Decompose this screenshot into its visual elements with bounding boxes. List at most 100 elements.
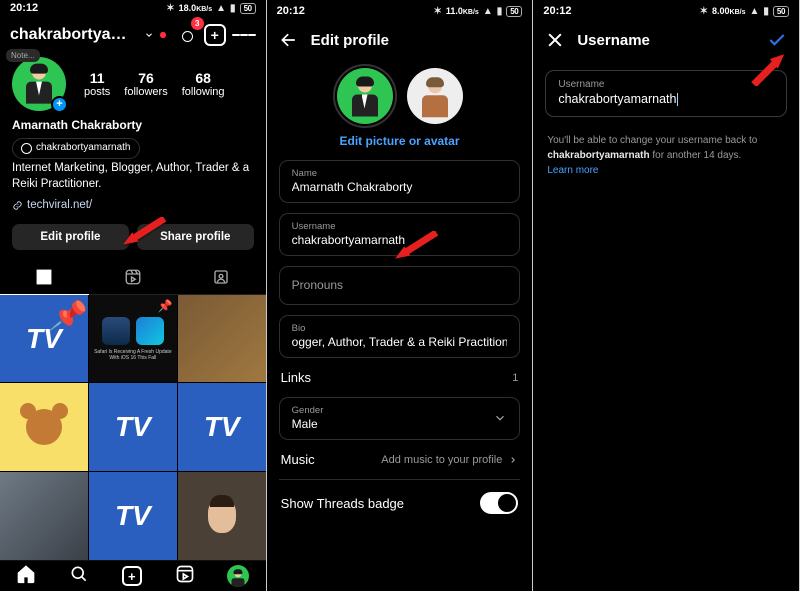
nav-search[interactable] [69, 564, 89, 589]
avatar-icon [227, 565, 249, 587]
status-bar: 20:12 ✶ 18.0KB/s ▲ ▮ 50 [0, 0, 266, 17]
safari-icon [102, 317, 130, 345]
bio-block: Amarnath Chakraborty chakrabortyamarnath… [0, 115, 266, 216]
post-thumbnail[interactable] [178, 295, 266, 383]
battery-indicator: 50 [240, 3, 256, 14]
stats: 11posts 76followers 68following [84, 70, 225, 98]
nav-reels[interactable] [175, 564, 195, 589]
username-field[interactable]: Username chakrabortyamarnath [279, 213, 521, 256]
gender-field[interactable]: Gender Male [279, 397, 521, 440]
learn-more-link[interactable]: Learn more [547, 165, 598, 176]
form-fields: Name Amarnath Chakraborty Username chakr… [267, 160, 533, 358]
threads-shortcut-icon[interactable]: 3 [178, 23, 198, 47]
notification-badge: 3 [191, 17, 204, 30]
signal-icon: ▮ [763, 6, 769, 17]
nav-profile[interactable] [227, 565, 249, 587]
username-input-box[interactable]: Username chakrabortyamarnath [545, 70, 787, 117]
nav-home[interactable] [16, 564, 36, 589]
avatar-selector [267, 58, 533, 128]
edit-header: Edit profile [267, 22, 533, 58]
name-field[interactable]: Name Amarnath Chakraborty [279, 160, 521, 203]
music-row[interactable]: Music Add music to your profile [267, 440, 533, 479]
wifi-icon: ▲ [749, 6, 759, 17]
post-thumbnail[interactable] [0, 383, 88, 471]
vibrate-icon: ✶ [166, 3, 174, 14]
chevron-down-icon [493, 411, 507, 425]
add-story-icon[interactable]: + [51, 96, 68, 113]
net-speed: 18.0KB/s [179, 3, 212, 13]
close-icon [545, 30, 565, 50]
home-icon [16, 564, 36, 584]
post-thumbnail[interactable] [0, 472, 88, 560]
tab-tagged[interactable] [177, 260, 266, 294]
signal-icon: ▮ [230, 3, 236, 14]
threads-badge-row[interactable]: Show Threads badge [267, 480, 533, 526]
username-label: Username [558, 79, 774, 90]
action-buttons: Edit profile Share profile [0, 216, 266, 260]
bio-text: Internet Marketing, Blogger, Author, Tra… [12, 160, 254, 193]
edit-picture-link[interactable]: Edit picture or avatar [267, 128, 533, 160]
edit-profile-screen: 20:12 ✶ 11.0KB/s ▲ ▮ 50 Edit profile Edi… [267, 0, 534, 591]
post-thumbnail[interactable]: TV [178, 383, 266, 471]
battery-indicator: 50 [506, 6, 522, 17]
bottom-nav: + [0, 560, 266, 591]
username-header: Username [533, 22, 799, 58]
username-dropdown[interactable]: chakrabortyamarn... [10, 26, 138, 44]
share-profile-button[interactable]: Share profile [137, 224, 254, 250]
post-thumbnail[interactable]: TV [89, 383, 177, 471]
confirm-button[interactable] [765, 28, 789, 52]
note-bubble[interactable]: Note... [6, 49, 40, 62]
post-thumbnail[interactable]: TV [89, 472, 177, 560]
reels-icon [124, 268, 142, 286]
wifi-icon: ▲ [216, 3, 226, 14]
pin-icon: 📌 [158, 299, 173, 313]
profile-tabs [0, 260, 266, 295]
threads-toggle[interactable] [480, 492, 518, 514]
tab-grid[interactable] [0, 260, 89, 294]
page-title: Username [577, 32, 650, 49]
post-thumbnail[interactable]: TV📌 [0, 295, 88, 383]
profile-header: chakrabortyamarn... 3 + [0, 17, 266, 53]
bio-field[interactable]: Bio ogger, Author, Trader & a Reiki Prac… [279, 315, 521, 358]
grid-icon [35, 268, 53, 286]
search-icon [69, 564, 89, 584]
profile-avatar[interactable] [407, 68, 463, 124]
menu-button[interactable] [232, 23, 256, 47]
page-title: Edit profile [311, 32, 389, 49]
new-indicator-dot [160, 32, 165, 38]
tab-reels[interactable] [89, 260, 178, 294]
clock: 20:12 [543, 5, 571, 17]
threads-badge[interactable]: chakrabortyamarnath [12, 138, 140, 159]
nav-create[interactable]: + [122, 566, 142, 586]
post-thumbnail[interactable]: Safari Is Receiving A Fresh UpdateWith i… [89, 295, 177, 383]
avatar[interactable]: Note... + [12, 57, 66, 111]
profile-photo[interactable] [337, 68, 393, 124]
close-button[interactable] [543, 28, 567, 52]
tagged-icon [212, 268, 230, 286]
clock: 20:12 [277, 5, 305, 17]
arrow-left-icon [279, 30, 299, 50]
reels-icon [175, 564, 195, 584]
links-row[interactable]: Links 1 [267, 358, 533, 397]
post-thumbnail[interactable] [178, 472, 266, 560]
pronouns-field[interactable]: Pronouns [279, 266, 521, 305]
profile-strip: Note... + 11posts 76followers 68followin… [0, 53, 266, 115]
username-input-value[interactable]: chakrabortyamarnath [558, 92, 774, 106]
plus-square-icon: + [122, 566, 142, 586]
net-speed: 8.00KB/s [712, 6, 745, 16]
status-bar: 20:12 ✶ 11.0KB/s ▲ ▮ 50 [267, 0, 533, 22]
create-button[interactable]: + [204, 23, 226, 47]
battery-indicator: 50 [773, 6, 789, 17]
link-icon [12, 200, 23, 211]
text-cursor [677, 93, 678, 106]
back-button[interactable] [277, 28, 301, 52]
net-speed: 11.0KB/s [446, 6, 479, 16]
bio-link[interactable]: techviral.net/ [12, 197, 254, 214]
chevron-down-icon[interactable] [144, 29, 154, 41]
posts-stat[interactable]: 11posts [84, 70, 110, 98]
edit-profile-button[interactable]: Edit profile [12, 224, 129, 250]
following-stat[interactable]: 68following [182, 70, 225, 98]
profile-screen: 20:12 ✶ 18.0KB/s ▲ ▮ 50 chakrabortyamarn… [0, 0, 267, 591]
wifi-icon: ▲ [483, 6, 493, 17]
followers-stat[interactable]: 76followers [124, 70, 167, 98]
